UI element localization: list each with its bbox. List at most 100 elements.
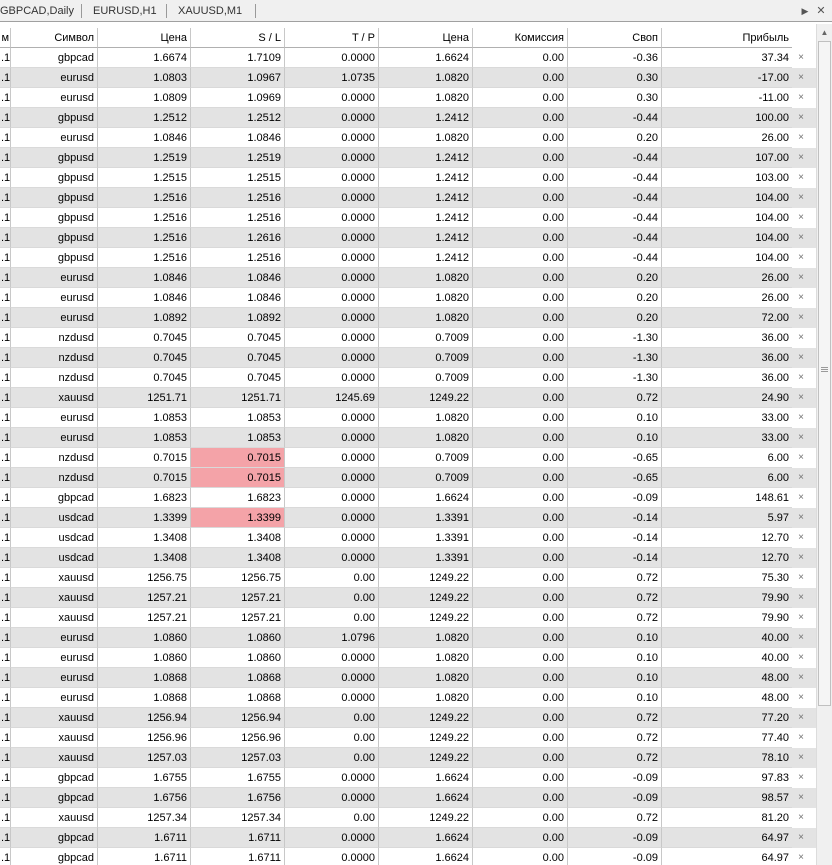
- table-row[interactable]: .10nzdusd0.70450.70450.00000.70090.00-1.…: [0, 348, 816, 368]
- close-icon[interactable]: ×: [795, 533, 807, 543]
- col-header-volume[interactable]: м: [0, 28, 11, 48]
- close-icon[interactable]: ×: [795, 833, 807, 843]
- close-icon[interactable]: ×: [795, 793, 807, 803]
- table-row[interactable]: .10xauusd1256.961256.960.001249.220.000.…: [0, 728, 816, 748]
- table-row[interactable]: .10eurusd1.08601.08601.07961.08200.000.1…: [0, 628, 816, 648]
- col-header-commission[interactable]: Комиссия: [473, 28, 568, 48]
- close-icon[interactable]: ×: [795, 293, 807, 303]
- close-icon[interactable]: ×: [795, 773, 807, 783]
- table-row[interactable]: .10eurusd1.08601.08600.00001.08200.000.1…: [0, 648, 816, 668]
- close-icon[interactable]: ×: [795, 353, 807, 363]
- close-icon[interactable]: ×: [795, 693, 807, 703]
- row-swap: -0.44: [568, 208, 662, 228]
- close-icon[interactable]: ×: [795, 733, 807, 743]
- table-row[interactable]: .10gbpcad1.67111.67110.00001.66240.00-0.…: [0, 828, 816, 848]
- col-header-symbol[interactable]: Символ: [11, 28, 98, 48]
- table-row[interactable]: .10xauusd1257.211257.210.001249.220.000.…: [0, 588, 816, 608]
- close-icon[interactable]: ×: [795, 613, 807, 623]
- table-row[interactable]: .10xauusd1256.751256.750.001249.220.000.…: [0, 568, 816, 588]
- tab-xauusd-m1[interactable]: XAUUSD,M1: [178, 5, 242, 18]
- close-icon[interactable]: ×: [795, 153, 807, 163]
- table-row[interactable]: .10gbpcad1.67551.67550.00001.66240.00-0.…: [0, 768, 816, 788]
- vertical-scrollbar[interactable]: ▲: [816, 24, 832, 865]
- table-row[interactable]: .10gbpcad1.66741.71090.00001.66240.00-0.…: [0, 48, 816, 68]
- close-icon[interactable]: ×: [795, 853, 807, 863]
- table-row[interactable]: .10gbpusd1.25161.25160.00001.24120.00-0.…: [0, 188, 816, 208]
- table-row[interactable]: .10eurusd1.08531.08530.00001.08200.000.1…: [0, 428, 816, 448]
- table-row[interactable]: .10nzdusd0.70150.70150.00000.70090.00-0.…: [0, 448, 816, 468]
- close-icon[interactable]: ×: [795, 273, 807, 283]
- close-icon[interactable]: ×: [795, 113, 807, 123]
- close-icon[interactable]: ×: [795, 633, 807, 643]
- close-icon[interactable]: ×: [795, 433, 807, 443]
- table-row[interactable]: .10xauusd1257.031257.030.001249.220.000.…: [0, 748, 816, 768]
- close-icon[interactable]: ×: [795, 133, 807, 143]
- close-icon[interactable]: ✕: [814, 4, 828, 18]
- table-row[interactable]: .10nzdusd0.70150.70150.00000.70090.00-0.…: [0, 468, 816, 488]
- table-row[interactable]: .10xauusd1257.211257.210.001249.220.000.…: [0, 608, 816, 628]
- table-row[interactable]: .10xauusd1257.341257.340.001249.220.000.…: [0, 808, 816, 828]
- col-header-swap[interactable]: Своп: [568, 28, 662, 48]
- close-icon[interactable]: ×: [795, 513, 807, 523]
- table-row[interactable]: .10eurusd1.08681.08680.00001.08200.000.1…: [0, 668, 816, 688]
- table-row[interactable]: .10eurusd1.08091.09690.00001.08200.000.3…: [0, 88, 816, 108]
- table-row[interactable]: .10gbpusd1.25151.25150.00001.24120.00-0.…: [0, 168, 816, 188]
- close-icon[interactable]: ×: [795, 193, 807, 203]
- col-header-open-price[interactable]: Цена: [98, 28, 191, 48]
- scrollbar-thumb[interactable]: [818, 41, 831, 706]
- table-row[interactable]: .10eurusd1.08461.08460.00001.08200.000.2…: [0, 128, 816, 148]
- table-row[interactable]: .10usdcad1.33991.33990.00001.33910.00-0.…: [0, 508, 816, 528]
- close-icon[interactable]: ×: [795, 173, 807, 183]
- chevron-up-icon[interactable]: ▲: [817, 24, 832, 41]
- close-icon[interactable]: ×: [795, 93, 807, 103]
- table-row[interactable]: .10eurusd1.08921.08920.00001.08200.000.2…: [0, 308, 816, 328]
- table-row[interactable]: .10gbpusd1.25161.26160.00001.24120.00-0.…: [0, 228, 816, 248]
- close-icon[interactable]: ×: [795, 653, 807, 663]
- col-header-profit[interactable]: Прибыль: [662, 28, 792, 48]
- tab-eurusd-h1[interactable]: EURUSD,H1: [93, 5, 157, 18]
- table-row[interactable]: .10xauusd1251.711251.711245.691249.220.0…: [0, 388, 816, 408]
- close-icon[interactable]: ×: [795, 593, 807, 603]
- table-row[interactable]: .10nzdusd0.70450.70450.00000.70090.00-1.…: [0, 368, 816, 388]
- close-icon[interactable]: ×: [795, 53, 807, 63]
- close-icon[interactable]: ×: [795, 213, 807, 223]
- close-icon[interactable]: ×: [795, 493, 807, 503]
- col-header-current-price[interactable]: Цена: [379, 28, 473, 48]
- close-icon[interactable]: ×: [795, 713, 807, 723]
- close-icon[interactable]: ×: [795, 333, 807, 343]
- close-icon[interactable]: ×: [795, 473, 807, 483]
- close-icon[interactable]: ×: [795, 73, 807, 83]
- table-row[interactable]: .10eurusd1.08461.08460.00001.08200.000.2…: [0, 288, 816, 308]
- table-row[interactable]: .10gbpcad1.67111.67110.00001.66240.00-0.…: [0, 848, 816, 865]
- close-icon[interactable]: ×: [795, 553, 807, 563]
- chevron-right-icon[interactable]: ▶: [798, 4, 812, 18]
- close-icon[interactable]: ×: [795, 233, 807, 243]
- table-row[interactable]: .10eurusd1.08031.09671.07351.08200.000.3…: [0, 68, 816, 88]
- col-header-stop-loss[interactable]: S / L: [191, 28, 285, 48]
- close-icon[interactable]: ×: [795, 373, 807, 383]
- table-row[interactable]: .10usdcad1.34081.34080.00001.33910.00-0.…: [0, 528, 816, 548]
- table-row[interactable]: .10gbpusd1.25161.25160.00001.24120.00-0.…: [0, 248, 816, 268]
- table-row[interactable]: .10eurusd1.08681.08680.00001.08200.000.1…: [0, 688, 816, 708]
- close-icon[interactable]: ×: [795, 753, 807, 763]
- close-icon[interactable]: ×: [795, 813, 807, 823]
- table-row[interactable]: .10eurusd1.08461.08460.00001.08200.000.2…: [0, 268, 816, 288]
- table-row[interactable]: .10nzdusd0.70450.70450.00000.70090.00-1.…: [0, 328, 816, 348]
- tab-gbpcad-daily[interactable]: GBPCAD,Daily: [0, 5, 74, 18]
- close-icon[interactable]: ×: [795, 253, 807, 263]
- table-row[interactable]: .10gbpusd1.25121.25120.00001.24120.00-0.…: [0, 108, 816, 128]
- table-row[interactable]: .10gbpcad1.68231.68230.00001.66240.00-0.…: [0, 488, 816, 508]
- close-icon[interactable]: ×: [795, 673, 807, 683]
- table-row[interactable]: .10gbpusd1.25191.25190.00001.24120.00-0.…: [0, 148, 816, 168]
- table-row[interactable]: .10gbpusd1.25161.25160.00001.24120.00-0.…: [0, 208, 816, 228]
- close-icon[interactable]: ×: [795, 313, 807, 323]
- close-icon[interactable]: ×: [795, 393, 807, 403]
- close-icon[interactable]: ×: [795, 573, 807, 583]
- close-icon[interactable]: ×: [795, 453, 807, 463]
- table-row[interactable]: .10xauusd1256.941256.940.001249.220.000.…: [0, 708, 816, 728]
- table-row[interactable]: .10usdcad1.34081.34080.00001.33910.00-0.…: [0, 548, 816, 568]
- close-icon[interactable]: ×: [795, 413, 807, 423]
- table-row[interactable]: .10gbpcad1.67561.67560.00001.66240.00-0.…: [0, 788, 816, 808]
- col-header-take-profit[interactable]: T / P: [285, 28, 379, 48]
- table-row[interactable]: .10eurusd1.08531.08530.00001.08200.000.1…: [0, 408, 816, 428]
